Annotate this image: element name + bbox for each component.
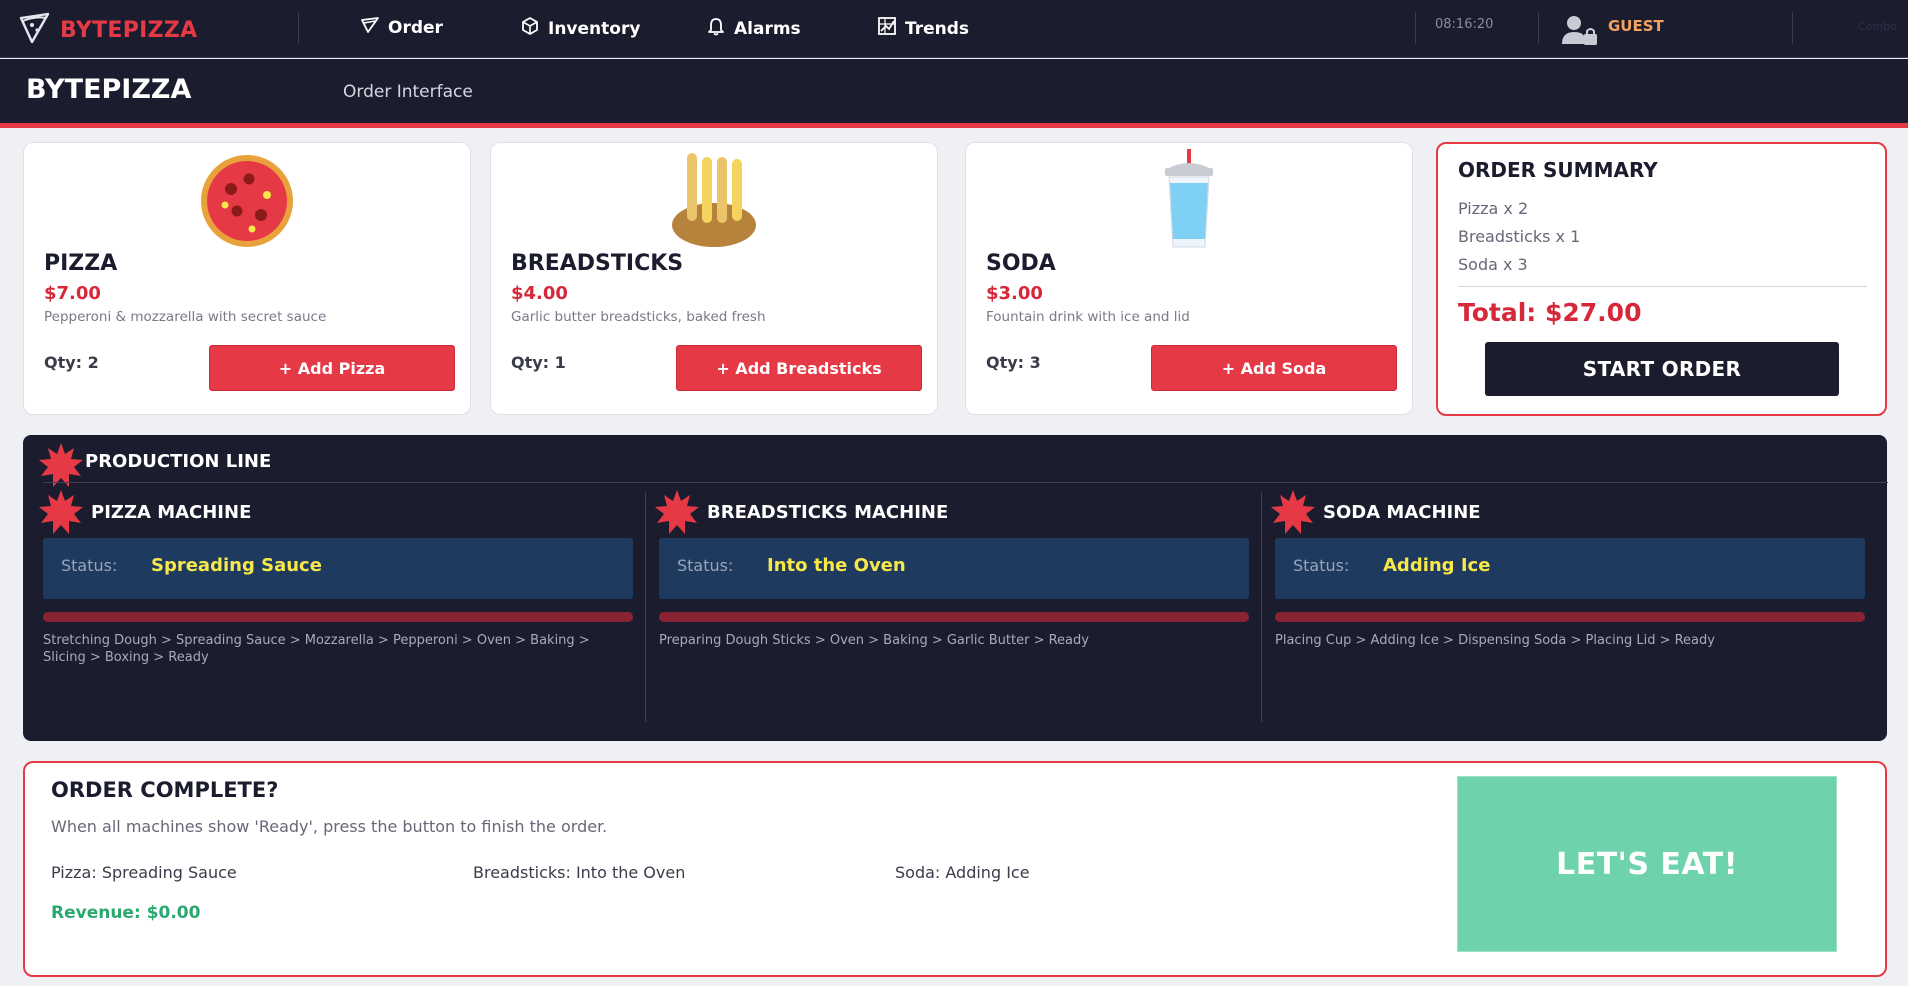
machine-progress-bar [43,612,633,622]
page-title: BYTEPIZZA [26,74,192,105]
production-line: PRODUCTION LINE PIZZA MACHINE Status: Sp… [23,435,1888,741]
nav-inventory-label: Inventory [548,18,641,39]
order-complete-description: When all machines show 'Ready', press th… [51,817,608,836]
status-value: Into the Oven [767,555,906,576]
breadsticks-machine: BREADSTICKS MACHINE Status: Into the Ove… [639,490,1255,720]
page-header: BYTEPIZZA Order Interface [0,59,1908,123]
breadsticks-status: Breadsticks: Into the Oven [473,863,686,882]
machine-status-box: Status: Spreading Sauce [43,538,633,599]
add-breadsticks-button[interactable]: + Add Breadsticks [676,345,922,391]
nav-trends-label: Trends [905,18,970,39]
product-name: SODA [986,251,1056,276]
soda-status: Soda: Adding Ice [895,863,1030,882]
header-accent-line [0,123,1908,128]
start-order-button[interactable]: START ORDER [1485,342,1839,396]
machine-title: PIZZA MACHINE [91,502,252,523]
pizza-slice-icon [18,12,52,48]
product-card-soda: SODA $3.00 Fountain drink with ice and l… [965,142,1413,415]
pizza-machine: PIZZA MACHINE Status: Spreading Sauce St… [23,490,639,720]
pizza-status: Pizza: Spreading Sauce [51,863,237,882]
status-label: Status: [677,556,734,575]
summary-line-soda: Soda x 3 [1458,255,1528,274]
nav-separator [1415,12,1416,44]
user-lock-icon [1560,14,1598,50]
brand-logo[interactable]: BYTEPIZZA [18,12,197,48]
product-description: Pepperoni & mozzarella with secret sauce [44,309,327,325]
machine-status-box: Status: Into the Oven [659,538,1249,599]
add-soda-button[interactable]: + Add Soda [1151,345,1397,391]
machine-steps: Placing Cup > Adding Ice > Dispensing So… [1275,633,1715,648]
production-divider [43,482,1888,483]
machine-steps: Preparing Dough Sticks > Oven > Baking >… [659,633,1089,648]
product-card-pizza: PIZZA $7.00 Pepperoni & mozzarella with … [23,142,471,415]
pizza-icon [197,149,297,249]
brand-name: BYTEPIZZA [60,17,198,43]
clock: 08:16:20 [1435,17,1494,32]
nav-separator [1538,12,1539,44]
nav-order[interactable]: Order [360,16,443,39]
add-pizza-button[interactable]: + Add Pizza [209,345,455,391]
pizza-slice-icon [360,16,380,39]
product-description: Garlic butter breadsticks, baked fresh [511,309,766,325]
nav-alarms[interactable]: Alarms [706,16,801,41]
alert-burst-icon [655,490,699,538]
status-label: Status: [61,556,118,575]
product-price: $7.00 [44,283,101,304]
alert-burst-icon [39,490,83,538]
user-name: GUEST [1608,17,1664,35]
top-nav: BYTEPIZZA Order Inventory Alarms Trends … [0,0,1908,58]
product-price: $4.00 [511,283,568,304]
product-card-breadsticks: BREADSTICKS $4.00 Garlic butter breadsti… [490,142,938,415]
bell-icon [706,16,726,41]
product-price: $3.00 [986,283,1043,304]
machine-status-box: Status: Adding Ice [1275,538,1865,599]
soda-machine: SODA MACHINE Status: Adding Ice Placing … [1255,490,1871,720]
nav-separator [1792,12,1793,44]
product-description: Fountain drink with ice and lid [986,309,1190,325]
revenue: Revenue: $0.00 [51,903,201,923]
machine-title: BREADSTICKS MACHINE [707,502,949,523]
chart-grid-icon [877,16,897,41]
summary-line-breadsticks: Breadsticks x 1 [1458,227,1581,246]
product-quantity: Qty: 2 [44,353,99,372]
nav-trends[interactable]: Trends [877,16,969,41]
lets-eat-button[interactable]: LET'S EAT! [1457,776,1837,952]
status-label: Status: [1293,556,1350,575]
order-summary: ORDER SUMMARY Pizza x 2 Breadsticks x 1 … [1436,142,1887,416]
nav-alarms-label: Alarms [734,18,801,39]
status-value: Adding Ice [1383,555,1491,576]
user-menu[interactable]: GUEST [1560,14,1664,50]
machine-title: SODA MACHINE [1323,502,1481,523]
order-complete-title: ORDER COMPLETE? [51,778,279,802]
order-summary-title: ORDER SUMMARY [1458,158,1658,182]
product-quantity: Qty: 1 [511,353,566,372]
nav-inventory[interactable]: Inventory [520,16,640,41]
box-icon [520,16,540,41]
machine-steps: Stretching Dough > Spreading Sauce > Moz… [43,633,590,665]
alert-burst-icon [1271,490,1315,538]
soda-cup-icon [1139,149,1239,249]
machine-progress-bar [1275,612,1865,622]
order-total: Total: $27.00 [1458,298,1642,327]
product-quantity: Qty: 3 [986,353,1041,372]
breadsticks-icon [664,149,764,249]
order-complete-panel: ORDER COMPLETE? When all machines show '… [23,761,1887,977]
nav-order-label: Order [388,17,443,38]
alert-burst-icon [39,443,83,491]
combo-label[interactable]: Combo [1858,20,1897,33]
page-subtitle: Order Interface [343,82,473,102]
machine-progress-bar [659,612,1249,622]
nav-separator [298,12,299,44]
production-line-title: PRODUCTION LINE [85,451,272,472]
summary-divider [1458,286,1867,287]
product-name: BREADSTICKS [511,251,684,276]
product-name: PIZZA [44,251,118,276]
status-value: Spreading Sauce [151,555,322,576]
summary-line-pizza: Pizza x 2 [1458,199,1529,218]
